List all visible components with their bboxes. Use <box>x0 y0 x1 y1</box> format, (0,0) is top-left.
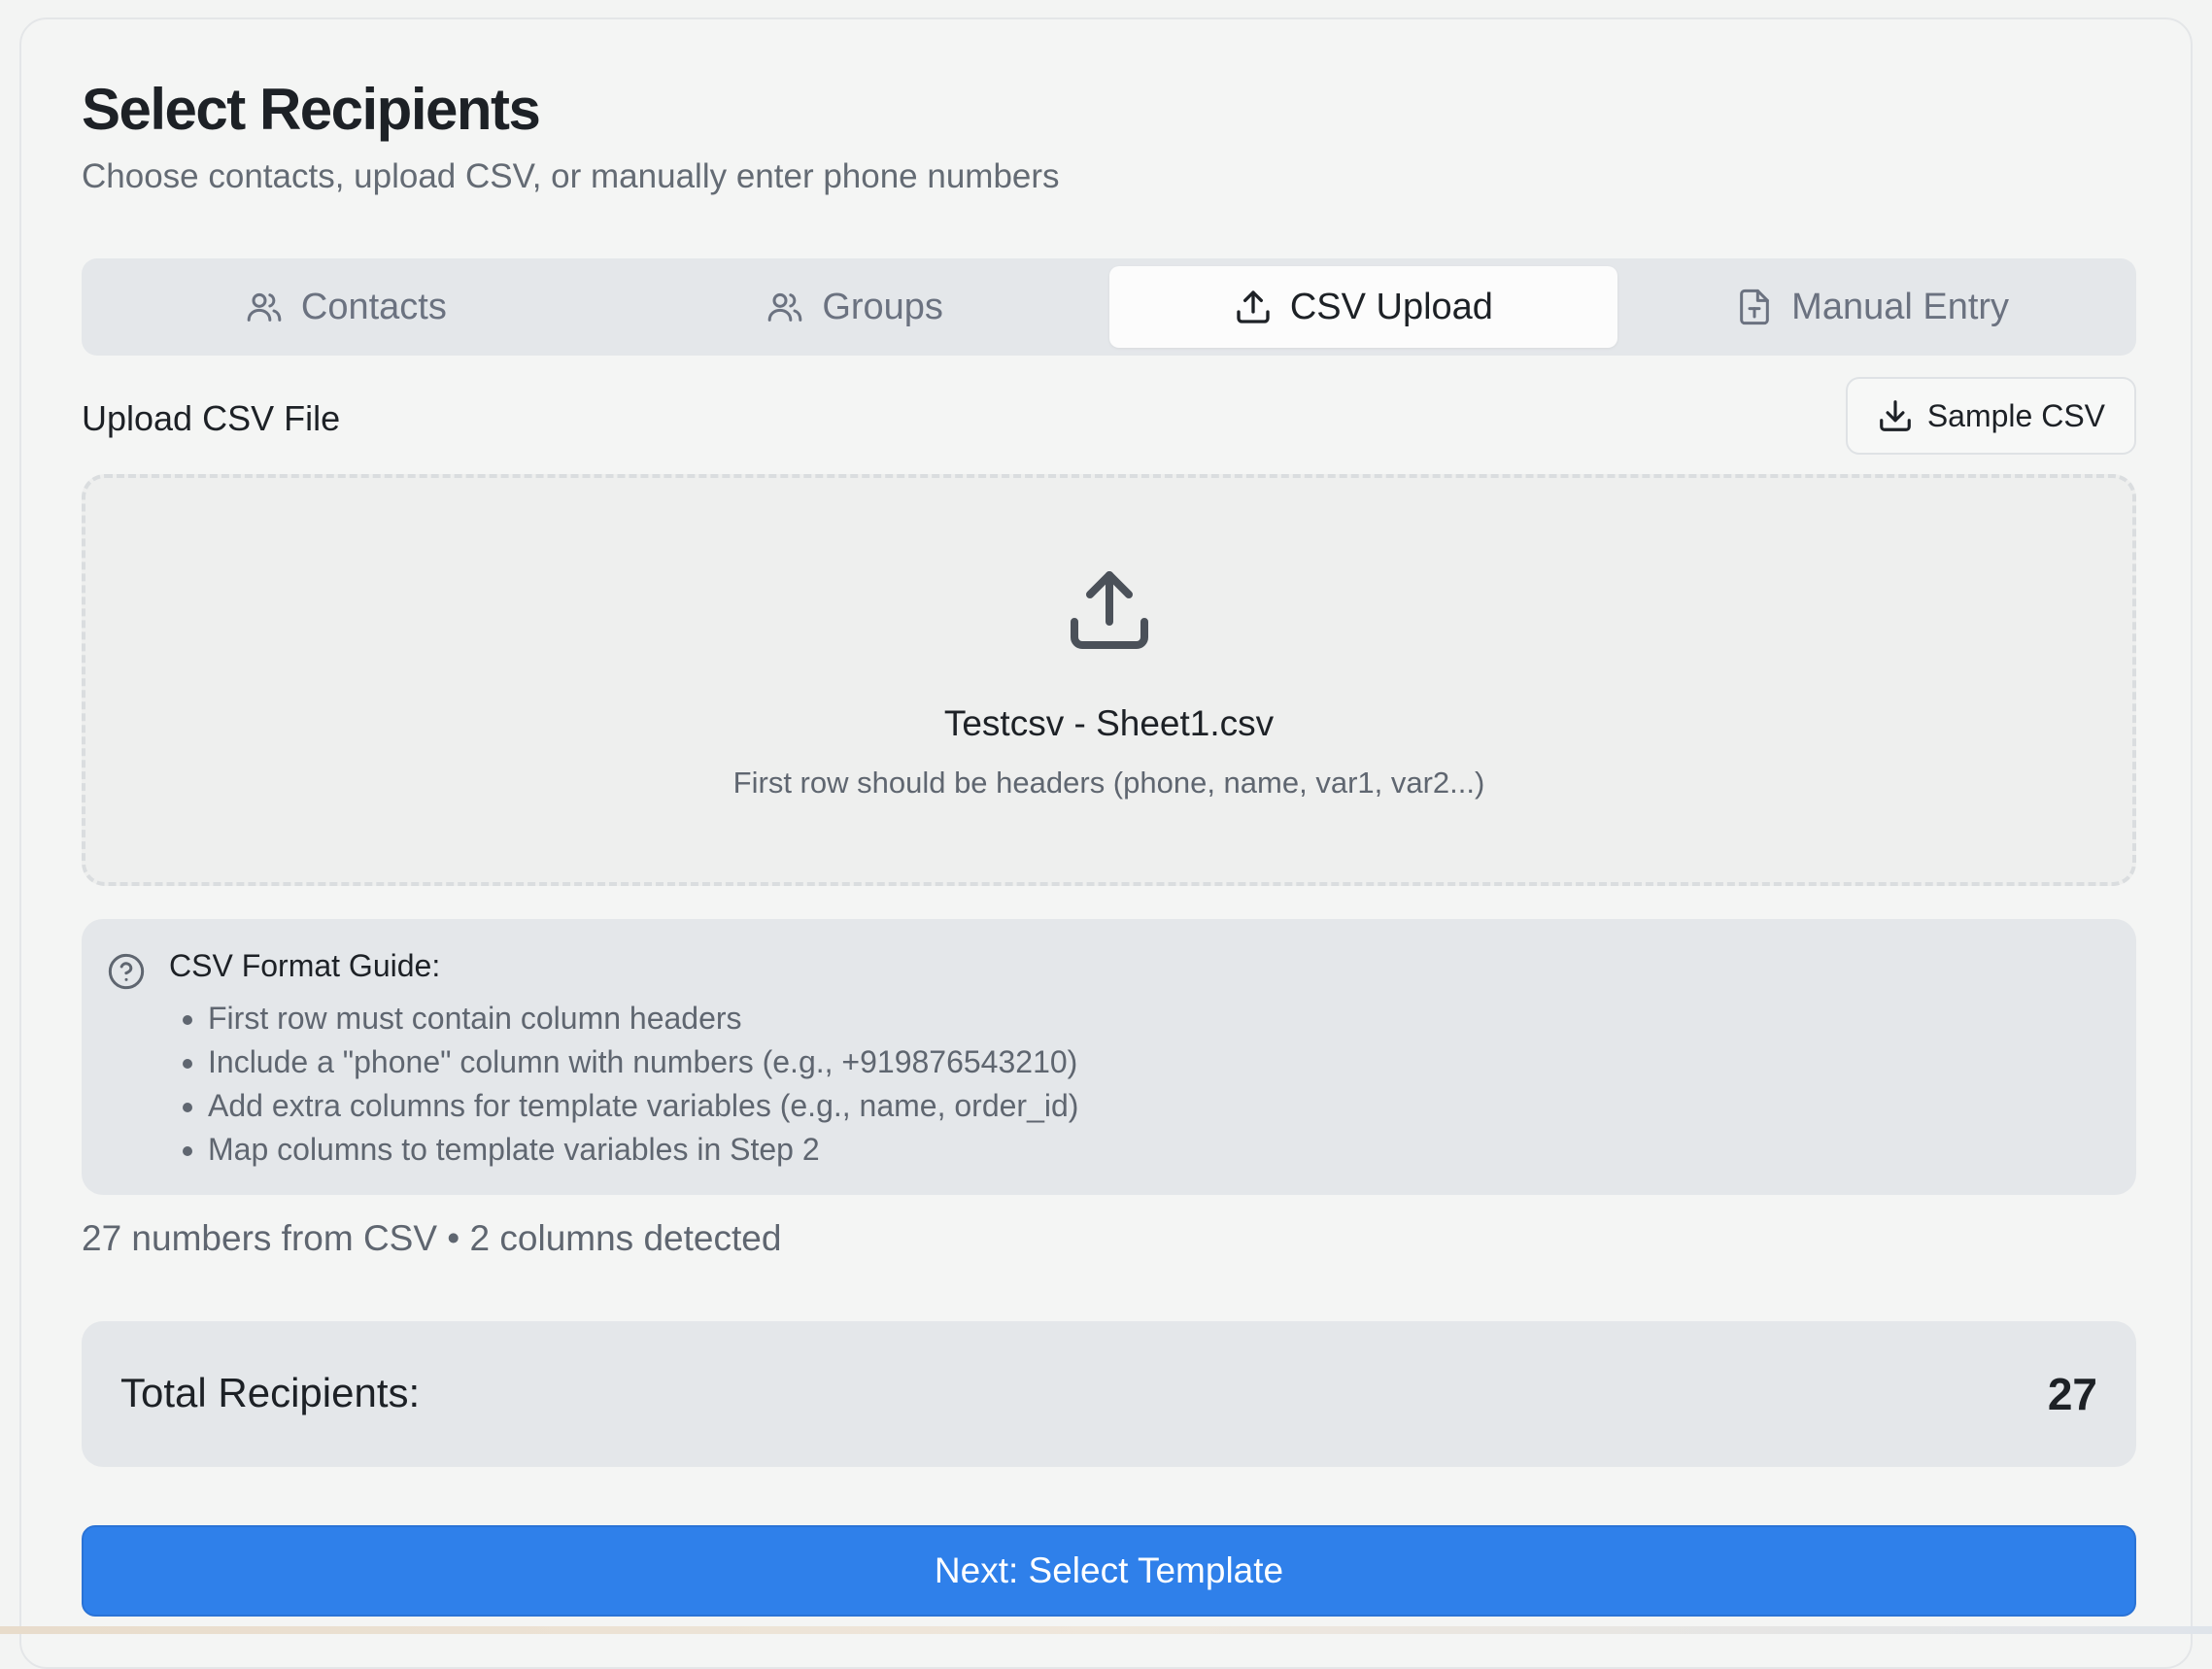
guide-title: CSV Format Guide: <box>169 948 441 983</box>
help-circle-icon <box>108 953 145 990</box>
download-icon <box>1879 400 1911 431</box>
total-recipients-value: 27 <box>2047 1369 2097 1419</box>
tab-label: Contacts <box>300 286 447 327</box>
tab-csv-upload[interactable]: CSV Upload <box>1108 266 1618 348</box>
upload-icon <box>1070 571 1148 649</box>
sample-csv-label: Sample CSV <box>1926 397 2105 433</box>
csv-summary: 27 numbers from CSV • 2 columns detected <box>82 1218 782 1258</box>
sample-csv-button[interactable]: Sample CSV <box>1845 377 2136 455</box>
page-title: Select Recipients <box>82 77 541 142</box>
total-recipients-panel: Total Recipients: 27 <box>82 1321 2136 1467</box>
tab-label: Manual Entry <box>1791 286 2010 327</box>
list-item: Map columns to template variables in Ste… <box>208 1128 1078 1172</box>
upload-hint: First row should be headers (phone, name… <box>732 766 1485 800</box>
upload-csv-label: Upload CSV File <box>82 398 341 438</box>
file-text-icon <box>1740 289 1770 325</box>
recipients-card: Select Recipients Choose contacts, uploa… <box>19 17 2193 1669</box>
page-bottom-edge <box>0 1626 2212 1634</box>
csv-format-guide: CSV Format Guide: First row must contain… <box>82 919 2136 1195</box>
users-icon <box>247 292 282 322</box>
list-item: First row must contain column headers <box>208 997 1078 1040</box>
users-icon <box>767 292 802 322</box>
tab-label: Groups <box>822 286 943 327</box>
csv-dropzone[interactable]: Testcsv - Sheet1.csv First row should be… <box>82 474 2136 886</box>
next-select-template-button[interactable]: Next: Select Template <box>82 1525 2136 1617</box>
total-recipients-label: Total Recipients: <box>120 1370 421 1415</box>
tab-groups[interactable]: Groups <box>600 266 1109 348</box>
uploaded-file-name: Testcsv - Sheet1.csv <box>943 703 1275 743</box>
tab-contacts[interactable]: Contacts <box>91 266 600 348</box>
page-subtitle: Choose contacts, upload CSV, or manually… <box>82 157 1060 195</box>
upload-header-row: Upload CSV File Sample CSV <box>82 377 2136 455</box>
tab-manual-entry[interactable]: Manual Entry <box>1617 266 2127 348</box>
recipient-source-tabs: Contacts Groups CSV Upload Manual Entry <box>82 258 2136 356</box>
list-item: Add extra columns for template variables… <box>208 1084 1078 1128</box>
list-item: Include a "phone" column with numbers (e… <box>208 1040 1078 1084</box>
upload-icon <box>1237 290 1270 324</box>
tab-label: CSV Upload <box>1289 286 1493 327</box>
guide-list: First row must contain column headers In… <box>169 997 1078 1172</box>
